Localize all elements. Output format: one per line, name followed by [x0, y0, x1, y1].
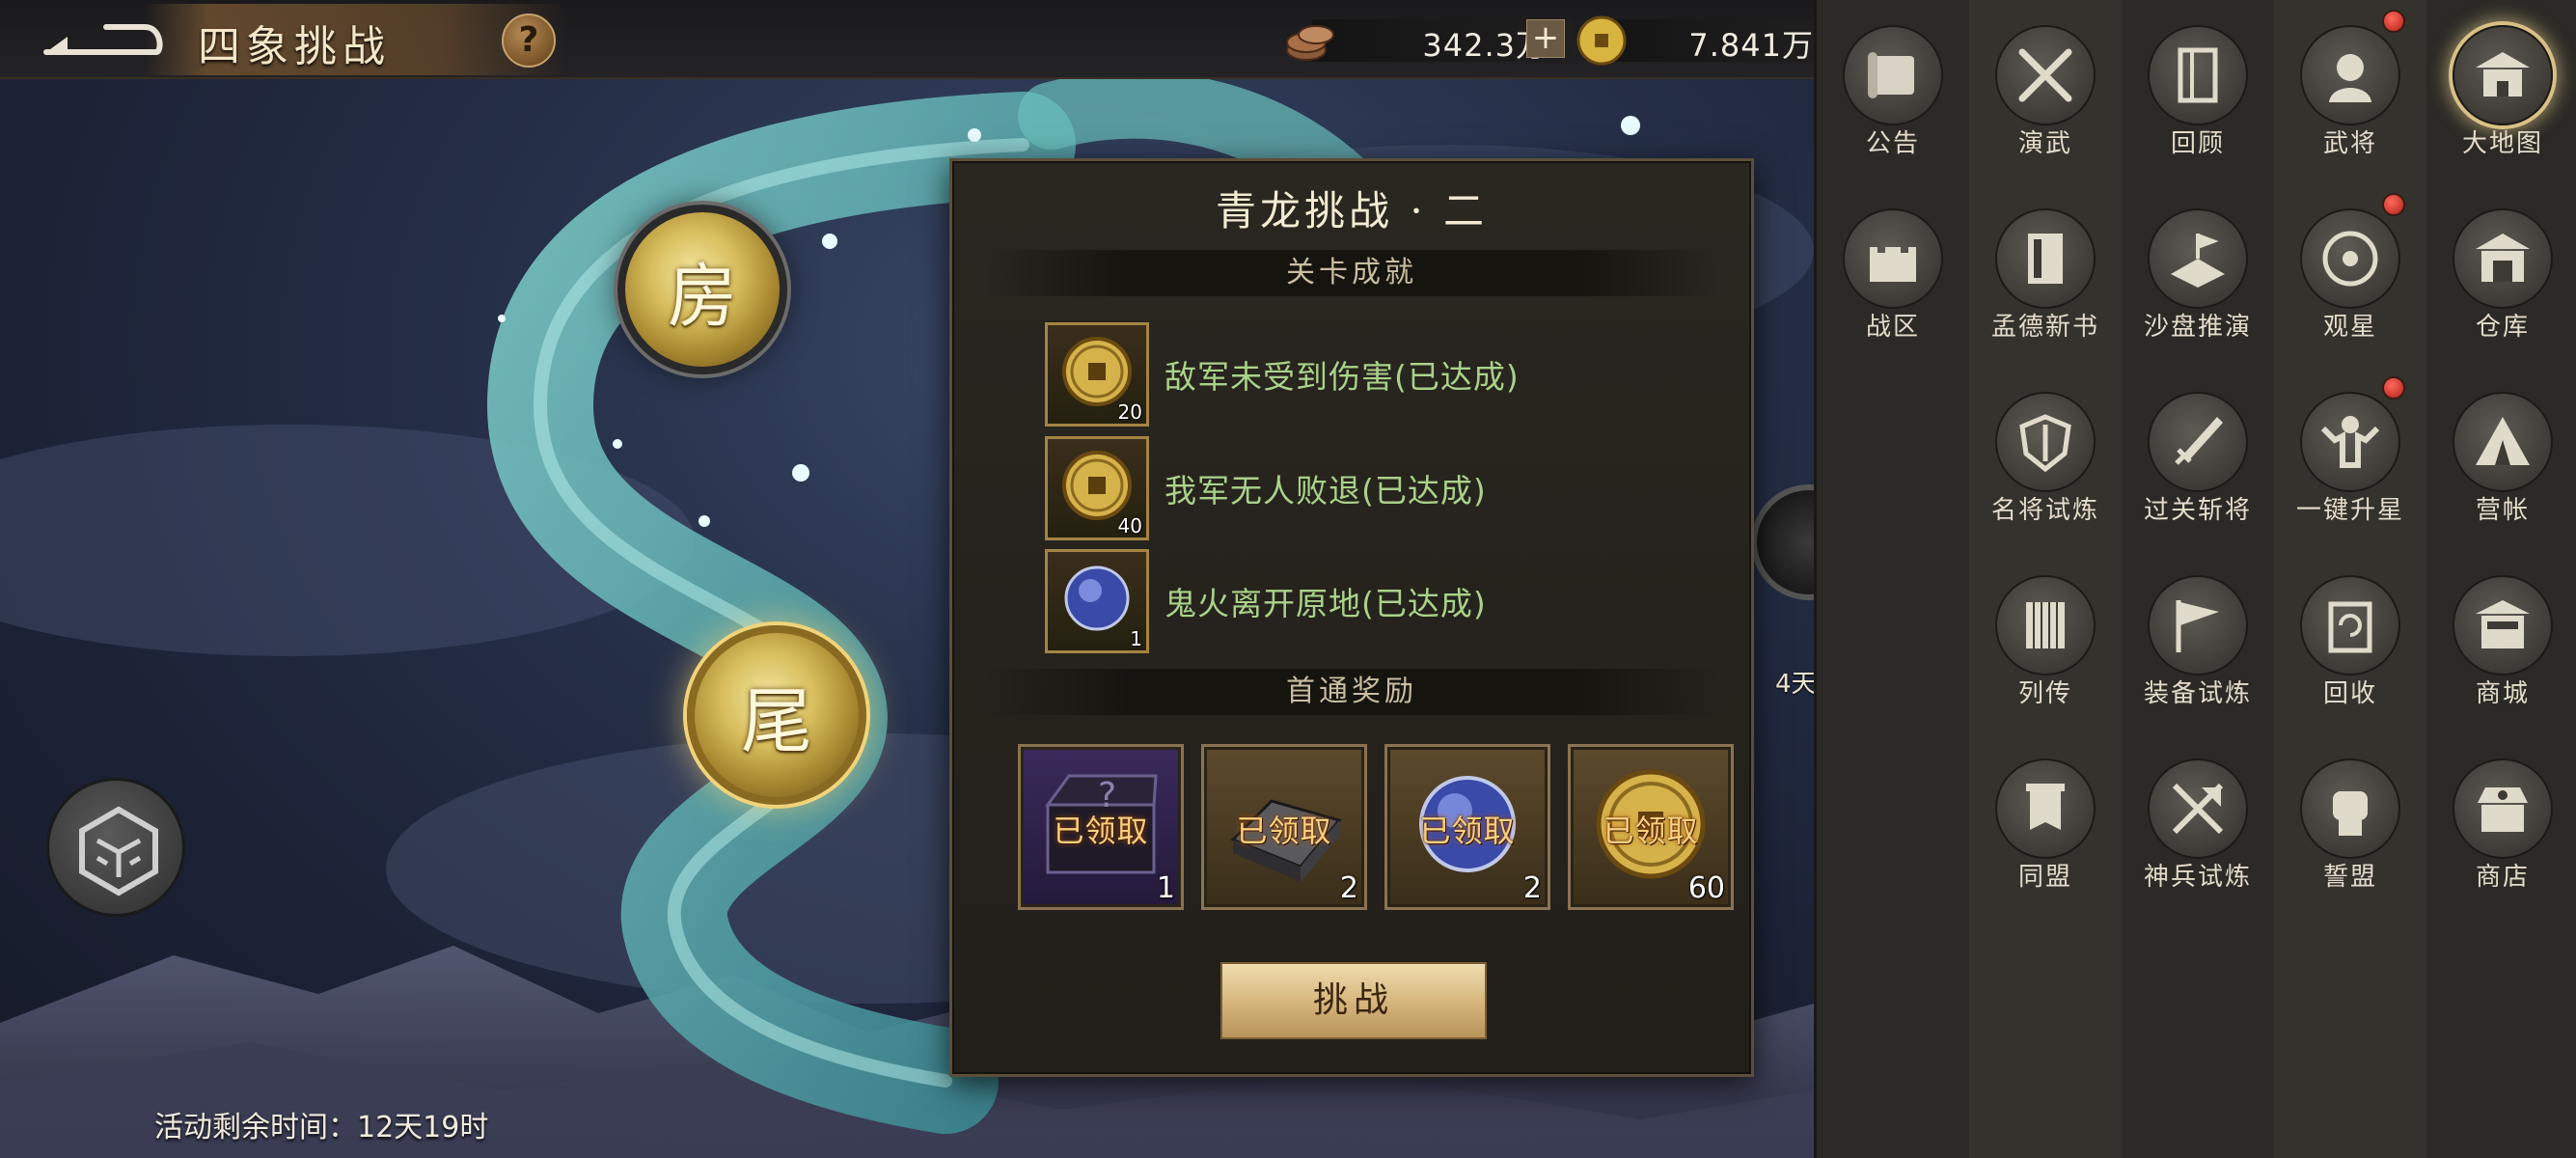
crossed-swords-icon [1995, 25, 2096, 125]
astrolabe-icon [2300, 208, 2400, 309]
book-icon [2148, 25, 2248, 125]
reward-count: 1 [1130, 627, 1142, 650]
menu-item-sand-table[interactable]: 沙盘推演 [2122, 183, 2274, 367]
menu-item-equip-trial[interactable]: 装备试炼 [2122, 550, 2274, 733]
stage-detail-dialog: 青龙挑战 · 二 关卡成就 20 敌军未受到伤害(已达成) 40 我军无人败退(… [949, 158, 1754, 1077]
menu-item-generals[interactable]: 武将 [2274, 0, 2426, 183]
menu-item-famous-trial[interactable]: 名将试炼 [1969, 367, 2122, 550]
menu-item-mall[interactable]: 商城 [2426, 550, 2576, 733]
menu-item-star-up[interactable]: 一键升星 [2274, 367, 2426, 550]
achievement-reward-slot[interactable]: 1 [1045, 549, 1149, 653]
palace-icon [2453, 25, 2553, 125]
achievement-header: 关卡成就 [985, 250, 1718, 296]
stage-orb-fang[interactable]: 房 [617, 205, 787, 374]
achievement-text: 鬼火离开原地(已达成) [1165, 585, 1487, 622]
reward-count: 20 [1117, 400, 1142, 424]
achievement-row: 40 我军无人败退(已达成) [1045, 436, 1701, 540]
manual-icon [1995, 208, 2096, 309]
achievement-reward-slot[interactable]: 20 [1045, 322, 1149, 427]
castle-icon [1843, 208, 1943, 309]
tent-icon [2453, 392, 2553, 492]
stage-orb-label: 尾 [741, 679, 812, 763]
add-currency-button[interactable]: + [1526, 19, 1565, 58]
sand-table-icon [2148, 208, 2248, 309]
page-title: 四象挑战 [198, 22, 391, 71]
menu-item-divine-trial[interactable]: 神兵试炼 [2122, 733, 2274, 917]
cube-icon [79, 806, 158, 896]
menu-item-stargaze[interactable]: 观星 [2274, 183, 2426, 367]
gold-currency: 7.841万 [1573, 14, 1814, 68]
stage-orb-label: 房 [667, 255, 737, 337]
function-menu-panel: 公告 演武 回顾 武将 大地图 战区 孟德新书 沙盘推演 观星 仓库 名将试炼 … [1814, 0, 2576, 1158]
achievement-row: 1 鬼火离开原地(已达成) [1045, 549, 1701, 653]
warehouse-icon [2453, 208, 2553, 309]
notification-badge [2382, 10, 2405, 33]
reward-count: 60 [1687, 871, 1725, 905]
gold-value: 7.841万 [1688, 27, 1814, 64]
achievement-row: 20 敌军未受到伤害(已达成) [1045, 322, 1701, 427]
menu-item-recycle[interactable]: 回收 [2274, 550, 2426, 733]
menu-item-drill[interactable]: 演武 [1969, 0, 2122, 183]
recycle-icon [2300, 575, 2400, 676]
stage-days-label: 4天 [1775, 670, 1817, 699]
flag-icon [2148, 575, 2248, 676]
stage-orb-wei[interactable]: 尾 [687, 625, 866, 805]
first-clear-reward[interactable]: ? 已领取 1 [1018, 744, 1184, 910]
general-icon [2300, 25, 2400, 125]
reward-count: 40 [1117, 514, 1142, 538]
claimed-label: 已领取 [1603, 813, 1699, 849]
challenge-button[interactable]: 挑战 [1220, 962, 1487, 1039]
banner-icon [1995, 758, 2096, 859]
achievement-text: 我军无人败退(已达成) [1165, 472, 1487, 510]
claimed-label: 已领取 [1236, 813, 1332, 849]
divine-weapon-icon [2148, 758, 2248, 859]
dialog-title: 青龙挑战 · 二 [1215, 187, 1489, 234]
shop-building-icon [2453, 575, 2553, 676]
strongman-icon [2300, 392, 2400, 492]
claimed-label: 已领取 [1419, 813, 1516, 849]
copper-coins-icon [1286, 25, 1334, 61]
menu-item-oath[interactable]: 誓盟 [2274, 733, 2426, 917]
menu-item-camp[interactable]: 营帐 [2426, 367, 2576, 550]
blade-icon [2148, 392, 2248, 492]
notification-badge [2382, 376, 2405, 400]
menu-item-zone[interactable]: 战区 [1817, 183, 1969, 367]
reward-count: 2 [1339, 871, 1358, 905]
notification-badge [2382, 193, 2405, 216]
help-button[interactable]: ? [502, 14, 556, 68]
first-clear-reward[interactable]: 已领取 2 [1201, 744, 1367, 910]
achievement-reward-slot[interactable]: 40 [1045, 436, 1149, 540]
menu-item-biography[interactable]: 列传 [1969, 550, 2122, 733]
reward-count: 1 [1156, 871, 1175, 905]
first-clear-header: 首通奖励 [985, 669, 1718, 715]
shield-sword-icon [1995, 392, 2096, 492]
menu-item-alliance[interactable]: 同盟 [1969, 733, 2122, 917]
fist-icon [2300, 758, 2400, 859]
menu-item-passes[interactable]: 过关斩将 [2122, 367, 2274, 550]
menu-item-store[interactable]: 商店 [2426, 733, 2576, 917]
first-clear-reward[interactable]: 已领取 2 [1384, 744, 1550, 910]
cube-menu-button[interactable] [46, 778, 185, 917]
back-arrow-icon[interactable] [39, 15, 164, 64]
market-icon [2453, 758, 2553, 859]
reward-count: 2 [1522, 871, 1542, 905]
top-bar: 四象挑战 ? 342.3万 + 7.841万 [0, 0, 1814, 79]
claimed-label: 已领取 [1053, 813, 1149, 849]
menu-item-mengde[interactable]: 孟德新书 [1969, 183, 2122, 367]
menu-item-world-map[interactable]: 大地图 [2426, 0, 2576, 183]
menu-item-review[interactable]: 回顾 [2122, 0, 2274, 183]
event-time-remaining: 活动剩余时间：12天19时 [154, 1111, 489, 1144]
scroll-icon [1843, 25, 1943, 125]
menu-item-notice[interactable]: 公告 [1817, 0, 1969, 183]
scroll-roll-icon [1995, 575, 2096, 676]
menu-item-warehouse[interactable]: 仓库 [2426, 183, 2576, 367]
achievement-text: 敌军未受到伤害(已达成) [1165, 358, 1520, 396]
first-clear-reward[interactable]: 已领取 60 [1568, 744, 1734, 910]
gold-coin-icon [1576, 15, 1627, 66]
